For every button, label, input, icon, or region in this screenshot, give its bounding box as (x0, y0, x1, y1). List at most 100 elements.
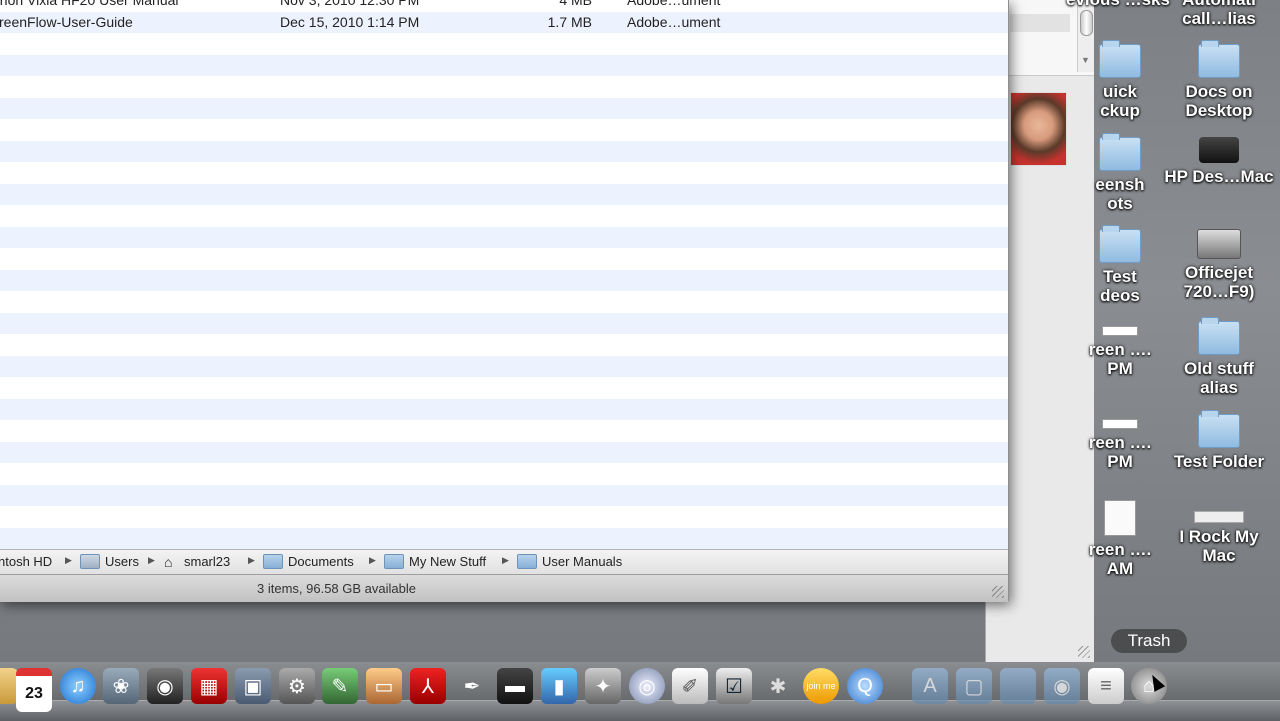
desktop-icon-label: Automati call…lias (1182, 0, 1256, 28)
desktop-icon-previous-tasks[interactable]: evious …sks (1063, 0, 1173, 9)
itunes-icon[interactable]: ♫ (60, 668, 96, 704)
folder-icon (1198, 317, 1240, 355)
path-users[interactable]: Users (80, 554, 139, 569)
desktop-icon-label: reen …. PM (1088, 433, 1152, 471)
folder-icon (1099, 40, 1141, 78)
printer-icon (1199, 137, 1239, 163)
path-separator-icon: ▶ (369, 555, 376, 565)
spaces-icon[interactable]: ▣ (235, 668, 271, 704)
path-documents[interactable]: Documents (263, 554, 354, 569)
path-label: smarl23 (184, 554, 231, 569)
empty-row (0, 441, 1008, 463)
desktop-icon-hp-printer[interactable]: HP Des…Mac (1164, 137, 1274, 186)
scrollbar-thumb[interactable] (1080, 10, 1093, 36)
empty-row (0, 54, 1008, 76)
textedit-icon[interactable]: ✐ (672, 668, 708, 704)
imovie-star-icon[interactable]: ✱ (760, 668, 796, 704)
desktop-icon-quick-backup[interactable]: uick ckup (1085, 40, 1155, 120)
checklist-icon[interactable]: ☑ (716, 668, 752, 704)
applications-stack-icon[interactable]: A (912, 668, 948, 704)
folder-icon (517, 554, 537, 569)
preview-bar (1010, 14, 1070, 32)
file-kind: Adobe…ument (627, 13, 721, 30)
file-kind: Adobe…ument (627, 0, 721, 8)
desktop-icon-label: eensh ots (1095, 175, 1145, 213)
desktop-icon-i-rock-my-mac[interactable]: I Rock My Mac (1164, 511, 1274, 565)
empty-row (0, 527, 1008, 549)
imovie-icon[interactable]: ✦ (585, 668, 621, 704)
file-row[interactable]: anon Vixia HF20 User Manual Nov 3, 2010 … (0, 0, 1008, 12)
join-me-icon[interactable]: join me (803, 668, 839, 704)
calendar-day: 23 (25, 685, 43, 702)
empty-row (0, 269, 1008, 291)
desktop-icon-old-stuff-alias[interactable]: Old stuff alias (1164, 317, 1274, 397)
desktop-icon-screen-shot-pm-1[interactable]: reen …. PM (1085, 326, 1155, 378)
file-name: creenFlow-User-Guide (0, 13, 133, 30)
script-editor-icon[interactable]: ✒ (454, 668, 490, 704)
screenshot-icon (1102, 419, 1138, 429)
adobe-reader-icon[interactable]: ⅄ (410, 668, 446, 704)
desktop-icon-docs-on-desktop[interactable]: Docs on Desktop (1164, 40, 1274, 120)
empty-row (0, 205, 1008, 227)
path-label: Users (105, 554, 139, 569)
folder-icon (1099, 133, 1141, 171)
desktop-icon-label: reen …. AM (1088, 540, 1152, 578)
status-text: 3 items, 96.58 GB available (257, 581, 416, 596)
file-date: Nov 3, 2010 12:30 PM (280, 0, 420, 8)
desktop-icon-label: Docs on Desktop (1185, 82, 1253, 120)
iphoto-icon[interactable]: ❀ (103, 668, 139, 704)
status-bar: 3 items, 96.58 GB available (0, 574, 1008, 602)
empty-row (0, 76, 1008, 98)
path-separator-icon: ▶ (148, 555, 155, 565)
safari-icon[interactable]: ◎ (629, 668, 665, 704)
folder-icon (384, 554, 404, 569)
desktop-icon-test-videos[interactable]: Test deos (1085, 225, 1155, 305)
path-home[interactable]: ⌂ smarl23 (164, 554, 230, 569)
desktop-icon-label: Test Folder (1173, 452, 1265, 471)
document-stack-icon[interactable]: ≡ (1088, 668, 1124, 704)
path-separator-icon: ▶ (502, 555, 509, 565)
resize-grip-icon[interactable] (1078, 646, 1090, 658)
printer-dock-icon[interactable]: ▬ (497, 668, 533, 704)
desktop-icon-label: reen …. PM (1088, 340, 1152, 378)
path-label: Documents (288, 554, 354, 569)
empty-row (0, 484, 1008, 506)
path-my-new-stuff[interactable]: My New Stuff (384, 554, 486, 569)
file-name: anon Vixia HF20 User Manual (0, 0, 179, 8)
image-thumbnail-icon (1194, 511, 1244, 523)
path-macintosh-hd[interactable]: ntosh HD (0, 554, 52, 569)
photo-booth-icon[interactable]: ◉ (147, 668, 183, 704)
ical-icon[interactable]: 23 (16, 668, 52, 712)
finder-window: anon Vixia HF20 User Manual Nov 3, 2010 … (0, 0, 1009, 602)
desktop-icon-automation-alias[interactable]: Automati call…lias (1164, 0, 1274, 28)
numbers-icon[interactable]: ▮ (541, 668, 577, 704)
quicktime-icon[interactable]: Q (847, 668, 883, 704)
resize-grip-icon[interactable] (992, 586, 1004, 598)
path-bar: ntosh HD ▶ Users ▶ ⌂ smarl23 ▶ Documents … (0, 549, 1008, 574)
keynote-icon[interactable]: ▭ (366, 668, 402, 704)
desktop-icon-screenshots[interactable]: eensh ots (1085, 133, 1155, 213)
documents-stack-icon[interactable]: ▢ (956, 668, 992, 704)
desktop-icon-officejet[interactable]: Officejet 720…F9) (1164, 229, 1274, 301)
evernote-icon[interactable]: ✎ (322, 668, 358, 704)
empty-row (0, 463, 1008, 485)
desktop-icon-test-folder[interactable]: Test Folder (1164, 410, 1274, 471)
trash-tooltip: Trash (1111, 629, 1187, 653)
path-user-manuals[interactable]: User Manuals (517, 554, 622, 569)
desktop-icon-label: evious …sks (1066, 0, 1170, 9)
photo-app-icon[interactable]: ▦ (191, 668, 227, 704)
folder-stack-icon[interactable] (1000, 668, 1036, 704)
desktop-icon-screen-shot-am[interactable]: reen …. AM (1085, 500, 1155, 578)
empty-row (0, 140, 1008, 162)
join-me-label: join me (806, 681, 836, 691)
user-photo-thumbnail (1010, 92, 1067, 166)
file-size: 4 MB (559, 0, 592, 8)
system-preferences-icon[interactable]: ⚙ (279, 668, 315, 704)
desktop-icon-label: Test deos (1100, 267, 1140, 305)
desktop-icon-screen-shot-pm-2[interactable]: reen …. PM (1085, 419, 1155, 471)
file-date: Dec 15, 2010 1:14 PM (280, 13, 420, 30)
file-row[interactable]: creenFlow-User-Guide Dec 15, 2010 1:14 P… (0, 11, 1008, 33)
empty-row (0, 248, 1008, 270)
path-label: User Manuals (542, 554, 623, 569)
downloads-stack-icon[interactable]: ◉ (1044, 668, 1080, 704)
